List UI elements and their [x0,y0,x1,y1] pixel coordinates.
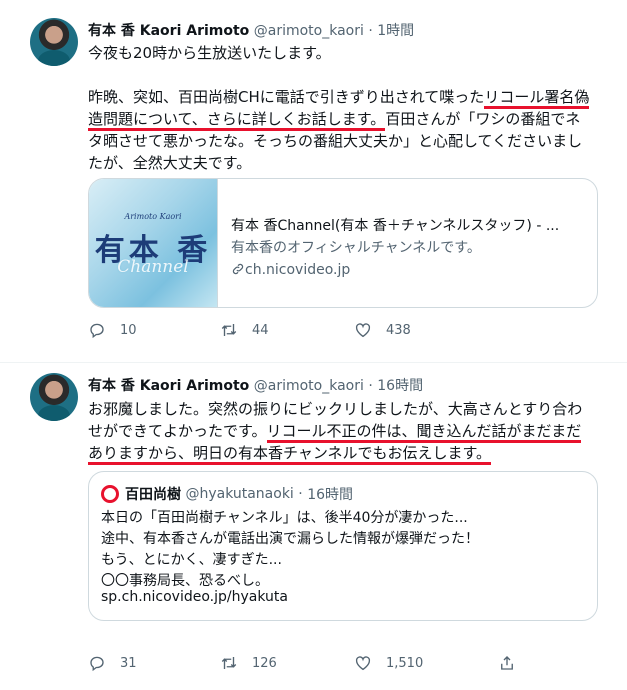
text-line: もう、とにかく、凄すぎた... [101,552,282,568]
retweet-count: 44 [252,322,269,338]
tweet-header: 有本 香 Kaori Arimoto @arimoto_kaori · 1時間 [88,20,414,40]
thumbnail-subtitle: Arimoto Kaori [124,212,182,221]
author-name[interactable]: 有本 香 Kaori Arimoto [88,378,249,394]
quoted-tweet[interactable]: 百田尚樹 @hyakutanaoki · 16時間 本日の「百田尚樹チャンネル」… [88,471,598,621]
text-line: 途中、有本香さんが電話出演で漏らした情報が爆弾だった！ [101,531,479,547]
card-description: 有本香のオフィシャルチャンネルです。 [231,240,481,256]
thumbnail-channel-text: Channel [117,257,189,277]
text-line: お邪魔しました。突然の振りにビックリしましたが、大高さんとすり合わ [88,400,583,418]
text-segment: 百田さんが「ワシの番組でネ [385,110,581,128]
reply-count: 31 [120,655,137,671]
separator: · [368,23,373,39]
text-line: 本日の「百田尚樹チャンネル」は、後半40分が凄かった... [101,510,468,526]
quoted-tweet-header: 百田尚樹 @hyakutanaoki · 16時間 [101,484,353,504]
highlighted-text: リコール署名偽 [484,88,590,109]
avatar[interactable] [30,373,78,421]
tweet-actions: 31 126 1,510 [88,653,513,673]
retweet-button[interactable]: 126 [220,653,277,673]
author-handle[interactable]: @arimoto_kaori [254,378,364,394]
retweet-count: 126 [252,655,277,671]
tweet-actions: 10 44 438 [88,320,508,340]
reply-button[interactable]: 10 [88,320,137,340]
text-line: 造問題について、さらに詳しくお話します。百田さんが「ワシの番組でネ [88,108,600,131]
tweet-text: お邪魔しました。突然の振りにビックリしましたが、大高さんとすり合わ せができてよ… [88,398,600,465]
card-domain: ch.nicovideo.jp [231,259,586,281]
highlighted-text: 造問題について、さらに詳しくお話します。 [88,110,386,131]
text-segment: 昨晩、突如、百田尚樹CHに電話で引きずり出されて喋った [88,88,485,106]
card-text: 有本 香Channel(有本 香＋チャンネルスタッフ) - ... 有本香のオフ… [231,215,586,281]
author-handle[interactable]: @arimoto_kaori [254,23,364,39]
share-button[interactable] [498,653,516,673]
quoted-timestamp: 16時間 [307,487,354,503]
reply-button[interactable]: 31 [88,653,137,673]
like-button[interactable]: 438 [354,320,411,340]
timestamp[interactable]: 16時間 [377,378,423,394]
reply-icon [90,656,104,672]
tweet-header: 有本 香 Kaori Arimoto @arimoto_kaori · 16時間 [88,375,423,395]
separator: · [298,486,303,502]
retweet-button[interactable]: 44 [220,320,269,340]
like-icon [355,323,371,338]
quoted-link[interactable]: sp.ch.nicovideo.jp/hyakuta [101,589,288,605]
highlighted-text: リコール不正の件は、聞き込んだ話がまだまだ [266,422,582,443]
card-title: 有本 香Channel(有本 香＋チャンネルスタッフ) - ... [231,218,560,234]
card-domain-text: ch.nicovideo.jp [245,262,351,278]
share-icon [501,656,513,670]
text-segment: せができてよかったです。 [88,422,267,440]
retweet-icon [221,324,237,336]
text-line: ありますから、明日の有本香チャンネルでもお伝えします。 [88,442,600,465]
reply-icon [90,323,104,339]
text-line: 今夜も20時から生放送いたします。 [88,44,331,62]
like-count: 1,510 [386,655,424,671]
text-line: 昨晩、突如、百田尚樹CHに電話で引きずり出されて喋ったリコール署名偽 [88,86,600,109]
quoted-tweet-text: 本日の「百田尚樹チャンネル」は、後半40分が凄かった... 途中、有本香さんが電… [101,508,479,592]
like-icon [355,656,371,671]
quoted-author-name: 百田尚樹 [125,487,181,503]
link-card[interactable]: Arimoto Kaori 有本 香 Channel 有本 香Channel(有… [88,178,598,308]
separator: · [368,378,373,394]
tweet-2[interactable]: 有本 香 Kaori Arimoto @arimoto_kaori · 16時間… [0,363,627,690]
link-icon [232,263,244,275]
card-thumbnail: Arimoto Kaori 有本 香 Channel [89,179,218,307]
highlighted-text: ありますから、明日の有本香チャンネルでもお伝えします。 [88,444,492,465]
timestamp[interactable]: 1時間 [377,23,414,39]
tweet-text: 今夜も20時から生放送いたします。 昨晩、突如、百田尚樹CHに電話で引きずり出さ… [88,42,600,174]
quoted-author-handle: @hyakutanaoki [185,486,294,502]
like-button[interactable]: 1,510 [354,653,423,673]
like-count: 438 [386,322,411,338]
retweet-icon [221,657,237,669]
tweet-1[interactable]: 有本 香 Kaori Arimoto @arimoto_kaori · 1時間 … [0,0,627,360]
text-line: タ晒させて悪かったな。そっちの番組大丈夫か」と心配してくださいまし [88,132,583,150]
avatar[interactable] [30,18,78,66]
text-line: せができてよかったです。リコール不正の件は、聞き込んだ話がまだまだ [88,420,600,443]
quoted-avatar [101,485,119,503]
text-line: たが、全然大丈夫です。 [88,154,252,172]
author-name[interactable]: 有本 香 Kaori Arimoto [88,23,249,39]
reply-count: 10 [120,322,137,338]
